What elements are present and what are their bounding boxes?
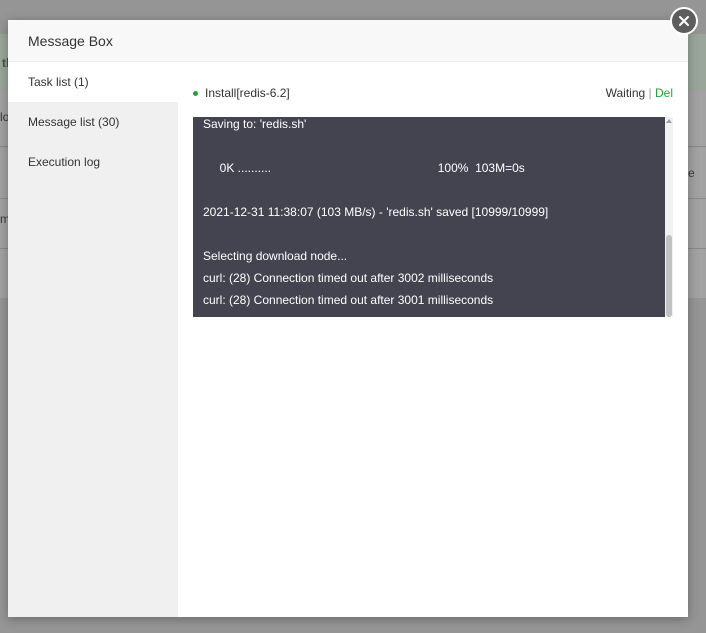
delete-task-link[interactable]: Del: [655, 86, 673, 100]
log-line: 0K .......... 100% 103M=0s: [203, 161, 525, 175]
log-line: curl: (28) Connection timed out after 30…: [203, 293, 494, 307]
log-line: [203, 179, 663, 201]
dialog-header: Message Box: [8, 20, 688, 62]
log-line: Saving to: 'redis.sh': [203, 117, 307, 131]
sidebar-item-label: Execution log: [28, 155, 101, 169]
status-dot-icon: [193, 91, 198, 96]
log-line: 2021-12-31 11:38:07 (103 MB/s) - 'redis.…: [203, 205, 549, 219]
sidebar-item-message-list[interactable]: Message list (30): [8, 102, 178, 142]
background-text-fragment: e: [688, 166, 695, 180]
task-name: Install[redis-6.2]: [205, 86, 290, 100]
dialog-sidebar: Task list (1) Message list (30) Executio…: [8, 62, 178, 617]
task-row: Install[redis-6.2] Waiting | Del: [193, 62, 673, 116]
task-status: Waiting: [605, 86, 646, 100]
message-box-dialog: Message Box Task list (1) Message list (…: [8, 20, 688, 617]
log-scrollbar[interactable]: [665, 117, 673, 317]
close-icon: [679, 16, 689, 26]
log-scroll-thumb[interactable]: [666, 235, 672, 317]
log-line: curl: (28) Connection timed out after 30…: [203, 271, 494, 285]
log-line: Selecting download node...: [203, 249, 348, 263]
sidebar-item-label: Message list (30): [28, 115, 120, 129]
log-line: [203, 223, 663, 245]
task-log-output[interactable]: Saving to: 'redis.sh' 0K .......... 100%…: [193, 117, 673, 317]
sidebar-item-task-list[interactable]: Task list (1): [8, 62, 178, 102]
task-list-panel: Install[redis-6.2] Waiting | Del Saving …: [193, 62, 673, 317]
task-separator: |: [648, 86, 652, 100]
log-line: [203, 135, 663, 157]
dialog-title: Message Box: [28, 33, 113, 49]
task-actions: Waiting | Del: [606, 86, 673, 100]
sidebar-item-execution-log[interactable]: Execution log: [8, 142, 178, 182]
log-lines: Saving to: 'redis.sh' 0K .......... 100%…: [203, 117, 663, 311]
sidebar-item-label: Task list (1): [28, 75, 89, 89]
scroll-up-arrow-icon[interactable]: [665, 117, 673, 125]
close-button[interactable]: [670, 7, 698, 35]
